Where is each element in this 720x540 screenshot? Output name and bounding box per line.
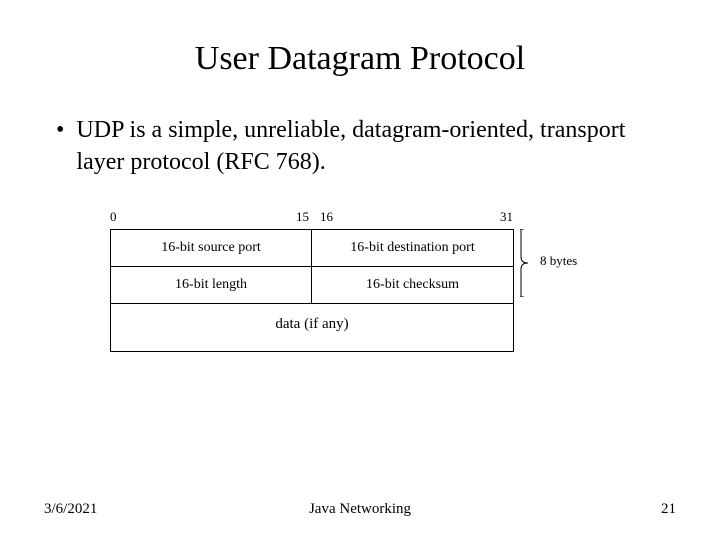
page-title: User Datagram Protocol (50, 40, 670, 78)
field-length: 16-bit length (111, 267, 312, 303)
header-fields: 16-bit source port 16-bit destination po… (110, 229, 514, 304)
udp-header-diagram: 0 15 16 31 16-bit source port 16-bit des… (110, 209, 610, 352)
bullet-item: • UDP is a simple, unreliable, datagram-… (50, 114, 670, 179)
bullet-dot: • (56, 114, 64, 179)
header-row-1: 16-bit source port 16-bit destination po… (111, 230, 513, 267)
footer-date: 3/6/2021 (44, 501, 97, 518)
header-row-2: 16-bit length 16-bit checksum (111, 267, 513, 303)
brace-label: 8 bytes (540, 253, 577, 269)
ruler-15: 15 (296, 209, 309, 225)
field-source-port: 16-bit source port (111, 230, 312, 266)
ruler-16: 16 (320, 209, 333, 225)
footer-title: Java Networking (309, 501, 411, 518)
slide: User Datagram Protocol • UDP is a simple… (0, 0, 720, 540)
ruler-31: 31 (500, 209, 513, 225)
ruler-0: 0 (110, 209, 117, 225)
bit-ruler: 0 15 16 31 (110, 209, 610, 229)
footer-page-number: 21 (661, 501, 676, 518)
field-checksum: 16-bit checksum (312, 267, 513, 303)
bullet-text: UDP is a simple, unreliable, datagram-or… (76, 114, 664, 179)
field-dest-port: 16-bit destination port (312, 230, 513, 266)
slide-footer: 3/6/2021 Java Networking 21 (0, 501, 720, 518)
field-data: data (if any) (110, 304, 514, 352)
brace-icon (520, 229, 534, 297)
